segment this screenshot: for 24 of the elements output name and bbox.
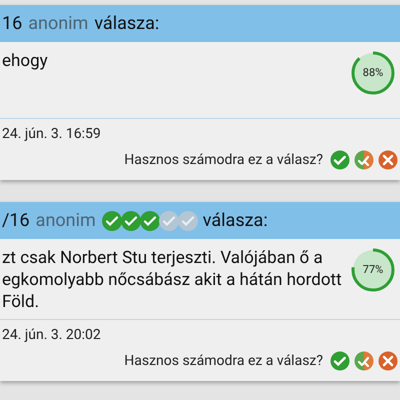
answer-text-line: zt csak Norbert Stu terjeszti. Valójában ő a — [2, 247, 324, 269]
answer-text-line: egkomolyabb nőcsábász akit a hátán hordott — [2, 269, 342, 291]
author-name: anonim — [36, 210, 96, 231]
helpful-question: Hasznos számodra ez a válasz? — [124, 353, 323, 369]
not-helpful-icon[interactable] — [378, 150, 398, 170]
answer-date: 24. jún. 3. 16:59 — [1, 125, 102, 142]
score-ring — [350, 50, 396, 96]
header-label: válasza: — [202, 210, 268, 231]
answer-date: 24. jún. 3. 20:02 — [1, 326, 102, 343]
answer-text-line: ehogy — [2, 50, 48, 72]
helpful-question: Hasznos számodra ez a válasz? — [124, 152, 323, 168]
score-ring — [350, 247, 396, 293]
score-percent: 77% — [362, 264, 384, 276]
answer-number: 16 — [2, 13, 22, 34]
helpful-icon[interactable] — [330, 351, 350, 371]
author-name: anonim — [28, 13, 88, 34]
answer-text-line: Föld. — [2, 291, 40, 313]
score-percent: 88% — [362, 67, 384, 79]
partly-helpful-icon[interactable] — [354, 150, 374, 170]
header-label: válasza: — [94, 13, 160, 34]
partly-helpful-icon[interactable] — [354, 351, 374, 371]
helpful-icon[interactable] — [330, 150, 350, 170]
not-helpful-icon[interactable] — [378, 351, 398, 371]
answer-number: /16 — [2, 210, 30, 231]
